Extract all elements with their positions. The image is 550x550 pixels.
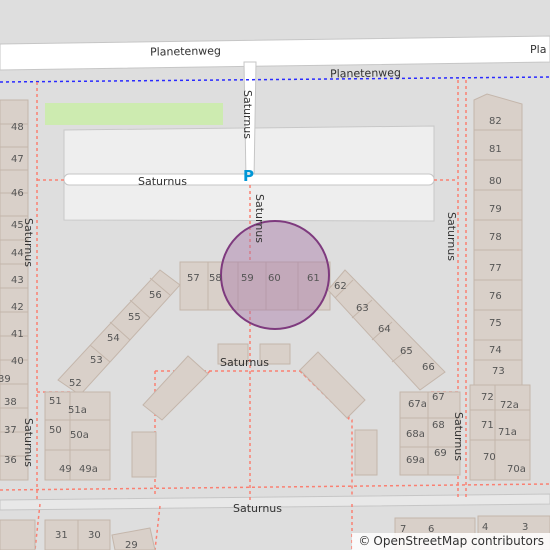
house-number-69a: 69a <box>406 455 425 466</box>
label-saturnus-vertical-mid: Saturnus <box>253 194 266 243</box>
house-number-80: 80 <box>489 176 502 187</box>
house-number-37: 37 <box>4 425 17 436</box>
house-number-82: 82 <box>489 116 502 127</box>
label-planetenweg-main: Planetenweg <box>150 44 221 58</box>
house-number-56: 56 <box>149 290 162 301</box>
house-number-77: 77 <box>489 263 502 274</box>
label-saturnus-west: Saturnus <box>22 218 35 267</box>
house-number-45: 45 <box>11 220 24 231</box>
house-number-53: 53 <box>90 355 103 366</box>
house-number-42: 42 <box>11 302 24 313</box>
house-number-76: 76 <box>489 291 502 302</box>
house-number-31: 31 <box>55 530 68 541</box>
house-number-30: 30 <box>88 530 101 541</box>
house-number-68a: 68a <box>406 429 425 440</box>
house-number-36: 36 <box>4 455 17 466</box>
label-planetenweg-path: Planetenweg <box>330 66 401 80</box>
house-number-59: 59 <box>241 273 254 284</box>
house-number-50: 50 <box>49 425 62 436</box>
grass-area <box>45 103 223 125</box>
house-number-74: 74 <box>489 345 502 356</box>
house-number-60: 60 <box>268 273 281 284</box>
house-number-75: 75 <box>489 318 502 329</box>
house-number-78: 78 <box>489 232 502 243</box>
house-number-71: 71 <box>481 420 494 431</box>
label-planetenweg-edge: Pla <box>530 43 546 56</box>
map-canvas[interactable]: Planetenweg Pla Planetenweg Saturnus Sat… <box>0 0 550 550</box>
house-number-67a: 67a <box>408 399 427 410</box>
house-number-57: 57 <box>187 273 200 284</box>
label-saturnus-east: Saturnus <box>445 212 458 261</box>
label-saturnus-vertical-north: Saturnus <box>241 90 254 139</box>
house-number-67: 67 <box>432 392 445 403</box>
house-number-70: 70 <box>483 452 496 463</box>
house-number-79: 79 <box>489 204 502 215</box>
house-number-69: 69 <box>434 448 447 459</box>
parking-icon[interactable]: P <box>243 167 254 185</box>
house-number-43: 43 <box>11 275 24 286</box>
label-saturnus-east-south: Saturnus <box>452 412 465 461</box>
map-attribution[interactable]: © OpenStreetMap contributors <box>352 533 550 550</box>
house-number-3: 3 <box>522 522 528 533</box>
house-number-58: 58 <box>209 273 222 284</box>
house-number-63: 63 <box>356 303 369 314</box>
house-number-65: 65 <box>400 346 413 357</box>
house-number-72: 72 <box>481 392 494 403</box>
house-number-38: 38 <box>4 397 17 408</box>
house-number-51: 51 <box>49 396 62 407</box>
house-number-49a: 49a <box>79 464 98 475</box>
house-number-70a: 70a <box>507 464 526 475</box>
map-view[interactable]: Planetenweg Pla Planetenweg Saturnus Sat… <box>0 0 550 550</box>
house-number-40: 40 <box>11 356 24 367</box>
house-number-68: 68 <box>432 420 445 431</box>
house-number-73: 73 <box>492 366 505 377</box>
house-number-29: 29 <box>125 540 138 550</box>
house-number-47: 47 <box>11 154 24 165</box>
copyright-icon: © <box>358 534 371 548</box>
label-saturnus-south: Saturnus <box>233 502 282 515</box>
house-number-52: 52 <box>69 378 82 389</box>
label-saturnus-center: Saturnus <box>220 356 269 369</box>
house-number-66: 66 <box>422 362 435 373</box>
house-number-49: 49 <box>59 464 72 475</box>
house-number-44: 44 <box>11 248 24 259</box>
house-number-50a: 50a <box>70 430 89 441</box>
house-number-62: 62 <box>334 281 347 292</box>
house-number-71a: 71a <box>498 427 517 438</box>
house-number-55: 55 <box>128 312 141 323</box>
house-number-41: 41 <box>11 329 24 340</box>
admin-boundary <box>0 76 550 83</box>
label-saturnus-parking: Saturnus <box>138 175 187 188</box>
attribution-text[interactable]: OpenStreetMap contributors <box>373 534 544 548</box>
house-number-61: 61 <box>307 273 320 284</box>
house-number-81: 81 <box>489 144 502 155</box>
house-number-4: 4 <box>482 522 488 533</box>
house-number-64: 64 <box>378 324 391 335</box>
label-saturnus-west-south: Saturnus <box>22 418 35 467</box>
house-number-48: 48 <box>11 122 24 133</box>
road-planetenweg[interactable] <box>0 35 550 71</box>
house-number-39: 39 <box>0 374 11 385</box>
house-number-51a: 51a <box>68 405 87 416</box>
house-number-54: 54 <box>107 333 120 344</box>
house-number-46: 46 <box>11 188 24 199</box>
house-number-72a: 72a <box>500 400 519 411</box>
